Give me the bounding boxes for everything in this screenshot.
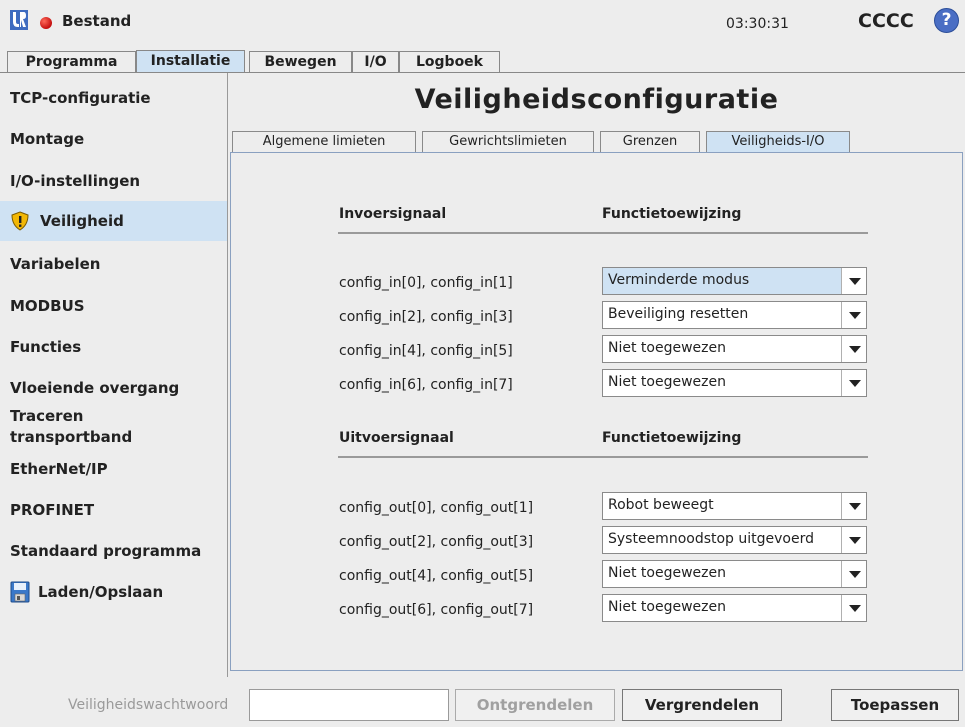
output-function-select[interactable]: Robot beweegt (602, 492, 867, 520)
sidebar-item-tcp[interactable]: TCP-configuratie (0, 83, 227, 113)
save-disk-icon (10, 581, 30, 603)
sidebar-item-label: Montage (10, 130, 85, 148)
input-header-divider (338, 232, 868, 234)
sidebar-item-label: TCP-configuratie (10, 89, 151, 107)
input-signal-label: config_in[4], config_in[5] (339, 343, 513, 359)
select-value: Robot beweegt (608, 497, 714, 513)
output-function-select[interactable]: Systeemnoodstop uitgevoerd (602, 526, 867, 554)
select-value: Verminderde modus (608, 272, 750, 288)
sidebar-item-transportband[interactable]: Traceren transportband (0, 406, 200, 448)
sidebar-item-label: Traceren transportband (10, 407, 133, 446)
sidebar-item-ethernet-ip[interactable]: EtherNet/IP (0, 454, 227, 484)
chevron-down-icon[interactable] (841, 595, 866, 621)
chevron-down-icon[interactable] (841, 370, 866, 396)
file-menu[interactable]: Bestand (62, 12, 131, 30)
output-signal-header: Uitvoersignaal (339, 430, 454, 446)
password-label: Veiligheidswachtwoord (68, 697, 229, 713)
password-field[interactable] (249, 689, 449, 721)
chevron-down-icon[interactable] (841, 302, 866, 328)
lock-button[interactable]: Vergrendelen (622, 689, 782, 721)
sidebar-item-veiligheid[interactable]: Veiligheid (0, 201, 227, 241)
sidebar-item-label: Vloeiende overgang (10, 379, 180, 397)
tab-algemene-limieten[interactable]: Algemene limieten (232, 131, 416, 152)
input-signal-label: config_in[0], config_in[1] (339, 275, 513, 291)
tab-bewegen[interactable]: Bewegen (249, 51, 352, 72)
tab-io[interactable]: I/O (352, 51, 399, 72)
sidebar-item-vloeiende-overgang[interactable]: Vloeiende overgang (0, 373, 227, 403)
warning-shield-icon (11, 211, 29, 231)
input-signal-label: config_in[6], config_in[7] (339, 377, 513, 393)
tab-programma[interactable]: Programma (7, 51, 136, 72)
input-signal-label: config_in[2], config_in[3] (339, 309, 513, 325)
select-value: Niet toegewezen (608, 599, 726, 615)
sidebar-item-label: Laden/Opslaan (38, 583, 164, 601)
sidebar: TCP-configuratie Montage I/O-instellinge… (0, 73, 228, 677)
universal-robots-logo-icon (10, 10, 28, 30)
output-function-select[interactable]: Niet toegewezen (602, 560, 867, 588)
page-title: Veiligheidsconfiguratie (414, 84, 779, 115)
sidebar-item-label: EtherNet/IP (10, 460, 108, 478)
input-function-select[interactable]: Niet toegewezen (602, 369, 867, 397)
sidebar-item-montage[interactable]: Montage (0, 124, 227, 154)
tab-logboek[interactable]: Logboek (399, 51, 500, 72)
sidebar-item-profinet[interactable]: PROFINET (0, 495, 227, 525)
chevron-down-icon[interactable] (841, 493, 866, 519)
tab-installatie[interactable]: Installatie (136, 50, 245, 73)
sidebar-item-standaard-programma[interactable]: Standaard programma (0, 536, 227, 566)
apply-button[interactable]: Toepassen (831, 689, 959, 721)
clock: 03:30:31 (726, 16, 789, 32)
select-value: Beveiliging resetten (608, 306, 749, 322)
output-function-select[interactable]: Niet toegewezen (602, 594, 867, 622)
sidebar-item-label: Veiligheid (40, 212, 124, 230)
input-signal-header: Invoersignaal (339, 206, 447, 222)
tab-grenzen[interactable]: Grenzen (600, 131, 700, 152)
select-value: Niet toegewezen (608, 565, 726, 581)
chevron-down-icon[interactable] (841, 561, 866, 587)
select-value: Niet toegewezen (608, 340, 726, 356)
tab-gewrichtslimieten[interactable]: Gewrichtslimieten (422, 131, 594, 152)
sidebar-item-label: Standaard programma (10, 542, 202, 560)
sidebar-item-laden-opslaan[interactable]: Laden/Opslaan (0, 576, 227, 608)
sidebar-item-label: MODBUS (10, 297, 85, 315)
select-value: Systeemnoodstop uitgevoerd (608, 531, 815, 547)
sidebar-item-label: I/O-instellingen (10, 172, 141, 190)
output-signal-label: config_out[0], config_out[1] (339, 500, 534, 516)
input-function-select[interactable]: Niet toegewezen (602, 335, 867, 363)
chevron-down-icon[interactable] (841, 527, 866, 553)
unlock-button[interactable]: Ontgrendelen (455, 689, 615, 721)
sidebar-item-functies[interactable]: Functies (0, 332, 227, 362)
tab-veiligheids-io[interactable]: Veiligheids-I/O (706, 131, 850, 152)
sidebar-item-label: Functies (10, 338, 82, 356)
output-signal-label: config_out[6], config_out[7] (339, 602, 534, 618)
sidebar-item-label: PROFINET (10, 501, 95, 519)
chevron-down-icon[interactable] (841, 336, 866, 362)
input-function-select[interactable]: Verminderde modus (602, 267, 867, 295)
chevron-down-icon[interactable] (841, 268, 866, 294)
sidebar-item-modbus[interactable]: MODBUS (0, 291, 227, 321)
output-signal-label: config_out[4], config_out[5] (339, 568, 534, 584)
output-function-header: Functietoewijzing (602, 430, 742, 446)
sidebar-item-variabelen[interactable]: Variabelen (0, 249, 227, 279)
output-header-divider (338, 456, 868, 458)
select-value: Niet toegewezen (608, 374, 726, 390)
sidebar-item-label: Variabelen (10, 255, 101, 273)
input-function-header: Functietoewijzing (602, 206, 742, 222)
sidebar-item-io-settings[interactable]: I/O-instellingen (0, 166, 227, 196)
help-icon[interactable]: ? (934, 8, 959, 33)
robot-status-icon (40, 17, 52, 29)
input-function-select[interactable]: Beveiliging resetten (602, 301, 867, 329)
output-signal-label: config_out[2], config_out[3] (339, 534, 534, 550)
top-bar: Bestand 03:30:31 CCCC ? (0, 0, 965, 48)
robot-name: CCCC (858, 10, 914, 32)
